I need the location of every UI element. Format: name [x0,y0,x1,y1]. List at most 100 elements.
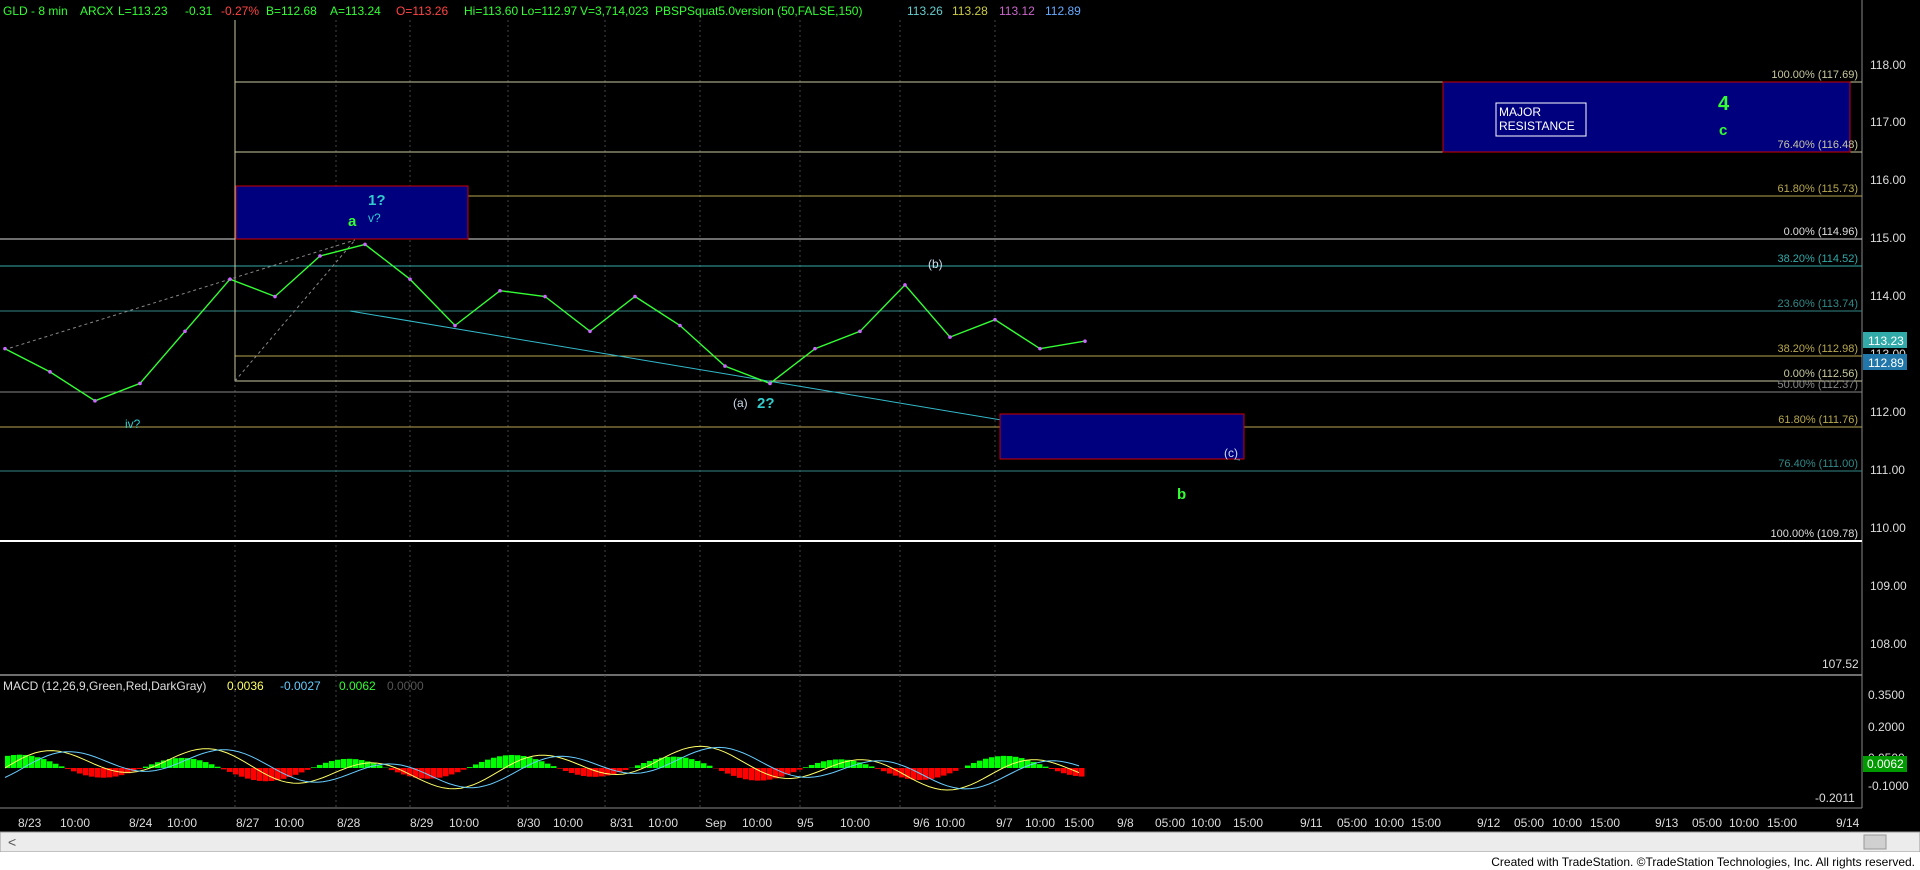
macd-hist-bar [311,767,317,768]
macd-hist-bar [143,766,149,768]
time-tick: 05:00 [1514,816,1544,830]
macd-hist-bar [17,754,23,768]
macd-hist-bar [1061,768,1067,774]
wave-label-4: 4 [1718,93,1730,115]
macd-hist-bar [443,768,449,777]
header-volume: V=3,714,023 [580,4,649,18]
macd-hist-bar [815,762,821,768]
time-tick: 15:00 [1590,816,1620,830]
header-study: PBSPSquat5.0version (50,FALSE,150) [655,4,862,18]
price-tick: 112.00 [1870,405,1906,419]
wave-label-b: b [1177,486,1186,503]
time-tick: Sep [705,816,727,830]
major-resistance-label-2: RESISTANCE [1499,119,1575,133]
price-point [903,283,907,287]
macd-hist-bar [557,768,563,769]
time-tick: 05:00 [1337,816,1367,830]
time-tick: 9/14 [1836,816,1860,830]
price-point [408,277,412,281]
macd-hist-bar [1001,755,1007,768]
price-point [498,288,502,293]
macd-header-value: -0.0027 [280,679,321,693]
price-point [813,346,817,351]
price-point [543,294,547,299]
macd-hist-bar [437,768,443,778]
macd-hist-bar [1049,768,1055,770]
chart-header: GLD - 8 min ARCX L=113.23 -0.31 -0.27% B… [3,4,1081,18]
macd-hist-bar [581,768,587,776]
time-tick: 8/23 [18,816,42,830]
macd-hist-bar [797,768,803,770]
macd-hist-bar [1043,766,1049,768]
macd-hist-bar [467,767,473,768]
header-last: L=113.23 [118,4,168,18]
macd-hist-bar [971,762,977,768]
macd-hist-bar [479,761,485,768]
header-lo: Lo=112.97 [521,4,577,18]
fib-label: 100.00% (109.78) [1771,528,1858,540]
time-tick: 15:00 [1233,816,1263,830]
macd-hist-bar [701,763,707,768]
price-point [273,294,277,299]
macd-last-tag-text: 0.0062 [1867,757,1904,771]
scroll-thumb[interactable] [1863,834,1887,850]
macd-hist-bar [59,766,65,768]
macd-hist-bar [53,763,59,768]
time-tick: 9/12 [1477,816,1501,830]
macd-hist-bar [623,768,629,771]
price-tick: 114.00 [1870,289,1906,303]
time-tick: 10:00 [1025,816,1055,830]
macd-hist-bar [761,768,767,781]
time-tick: 10:00 [1374,816,1404,830]
price-tick: 108.00 [1870,637,1907,651]
time-tick: 9/7 [996,816,1013,830]
fib-label: 100.00% (117.69) [1771,69,1858,81]
macd-hist-bar [767,768,773,780]
scrollbar[interactable] [0,831,1920,853]
macd-hist-bar [707,765,713,768]
macd-hist-bar [491,757,497,768]
fib-label: 50.00% (112.37) [1777,379,1858,391]
time-tick: 10:00 [840,816,870,830]
macd-hist-bar [77,768,83,774]
header-study-value: 113.12 [999,4,1035,18]
major-resistance-label-1: MAJOR [1499,105,1541,119]
macd-hist-bar [245,768,251,779]
macd-hist-bar [317,764,323,768]
header-hi: Hi=113.60 [464,4,518,18]
price-point [768,381,772,386]
macd-hist-bar [809,764,815,768]
macd-hist-bar [233,768,239,775]
price-point [723,364,727,368]
macd-tick: 0.2000 [1868,720,1905,734]
macd-hist-bar [47,761,53,768]
price-point [678,323,682,328]
time-tick: 10:00 [167,816,197,830]
time-tick: 10:00 [553,816,583,830]
time-tick: 10:00 [1191,816,1221,830]
time-tick: 9/5 [797,816,814,830]
macd-hist-bar [947,768,953,774]
time-tick: 05:00 [1155,816,1185,830]
header-change: -0.31 [185,4,213,18]
price-point [633,294,637,299]
macd-hist-bar [875,768,881,769]
macd-hist-bar [881,768,887,772]
time-tick: 10:00 [1729,816,1759,830]
macd-hist-bar [137,768,143,769]
macd-hist-bar [203,762,209,768]
price-point [993,317,997,322]
macd-hist-bar [221,768,227,770]
macd-hist-bar [497,756,503,768]
macd-hist-bar [983,758,989,768]
time-tick: 9/13 [1655,816,1679,830]
macd-hist-bar [533,759,539,768]
time-tick: 9/11 [1300,816,1323,830]
price-point [1038,346,1042,351]
time-tick: 8/27 [236,816,260,830]
scroll-left-arrow[interactable]: < [8,834,16,850]
macd-hist-bar [683,757,689,768]
macd-hist-bar [725,768,731,774]
price-point [453,323,457,328]
header-bid: B=112.68 [266,4,317,18]
